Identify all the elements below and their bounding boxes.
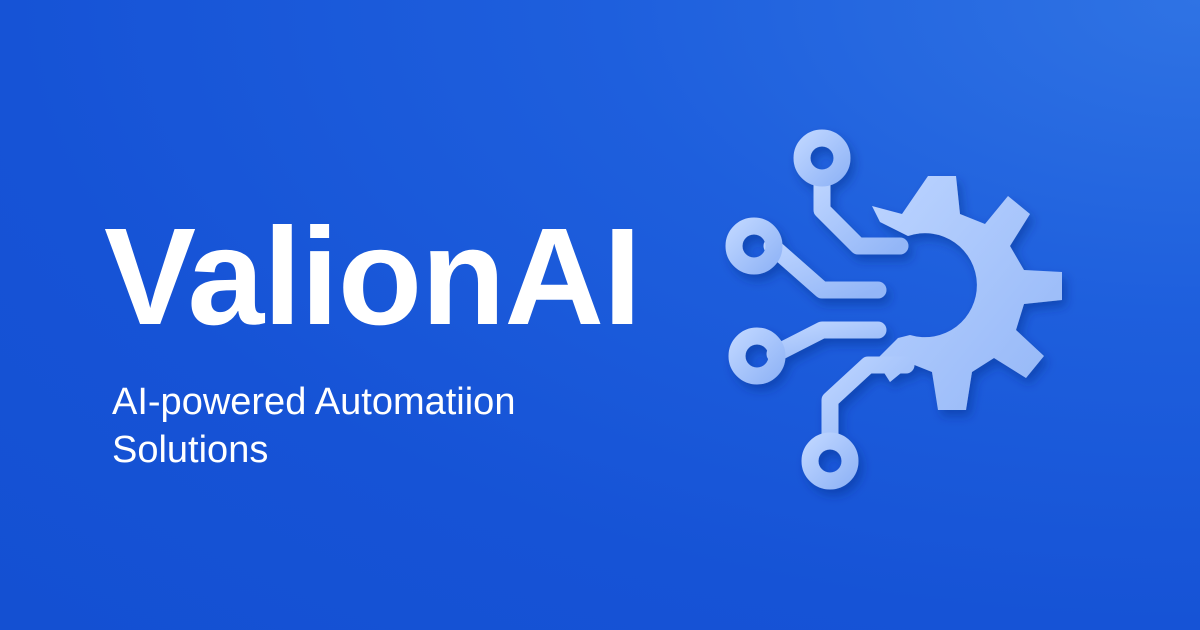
gear-circuit-icon	[725, 129, 1062, 490]
gear-shape	[872, 176, 1062, 410]
brand-title: ValionAI	[104, 200, 641, 354]
hero-banner: ValionAI AI-powered Automatiion Solution…	[0, 0, 1200, 630]
tagline: AI-powered Automatiion Solutions	[112, 378, 515, 474]
tagline-line-1: AI-powered Automatiion	[112, 381, 516, 423]
tagline-line-2: Solutions	[112, 429, 269, 471]
